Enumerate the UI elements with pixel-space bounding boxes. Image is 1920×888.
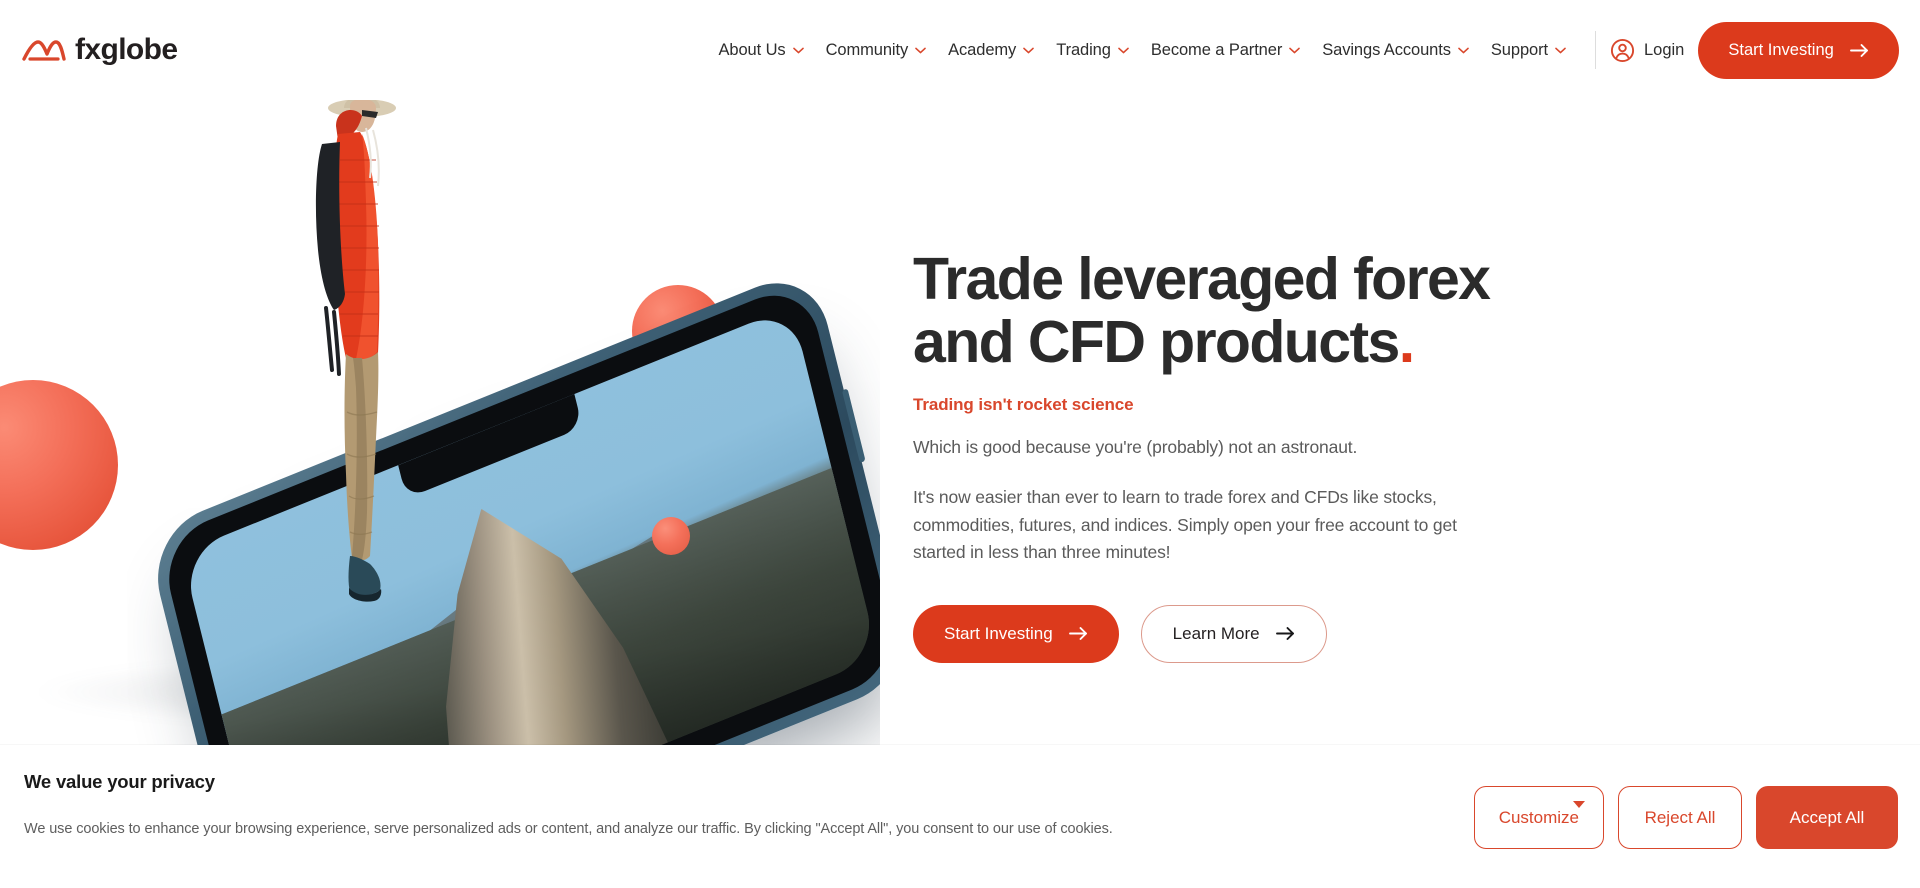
hero-title: Trade leveraged forex and CFD products. [913, 248, 1533, 373]
hero-title-line-2: and CFD products [913, 308, 1400, 375]
hero-eyebrow: Trading isn't rocket science [913, 395, 1134, 415]
header-cta-label: Start Investing [1728, 40, 1834, 59]
hero-primary-cta-label: Start Investing [944, 623, 1053, 643]
chevron-down-icon [915, 47, 926, 54]
chevron-down-icon [1458, 47, 1469, 54]
smartphone-mockup [144, 264, 880, 745]
decorative-sphere-left [0, 380, 118, 550]
nav-item-about-us[interactable]: About Us [707, 35, 814, 66]
cookie-reject-all-button[interactable]: Reject All [1618, 786, 1742, 849]
cookie-consent-banner: We value your privacy We use cookies to … [0, 745, 1920, 888]
main-navigation: About Us Community Academy Trading Becom… [707, 21, 1920, 79]
arrow-right-icon [1068, 626, 1088, 641]
mountain-peaks-icon [22, 37, 66, 63]
cookie-banner-actions: Customize Reject All Accept All [1473, 786, 1898, 849]
nav-label: Academy [948, 40, 1017, 59]
phone-screen [181, 306, 879, 745]
nav-label: Trading [1056, 40, 1111, 59]
chevron-down-icon [1555, 47, 1566, 54]
nav-item-academy[interactable]: Academy [937, 35, 1045, 66]
hero-lede: Which is good because you're (probably) … [913, 437, 1358, 458]
phone-bezel [157, 279, 880, 745]
phone-body [144, 264, 880, 745]
hiker-figure [300, 100, 430, 642]
chevron-down-icon [792, 47, 804, 54]
cookie-accept-all-button[interactable]: Accept All [1756, 786, 1898, 849]
hero-secondary-cta-label: Learn More [1172, 623, 1260, 643]
hero-copy: Trade leveraged forex and CFD products. … [913, 248, 1533, 663]
nav-item-support[interactable]: Support [1480, 35, 1577, 66]
cookie-banner-text: We use cookies to enhance your browsing … [24, 821, 1113, 837]
hero-illustration [0, 100, 880, 745]
hero-learn-more-button[interactable]: Learn More [1140, 604, 1327, 663]
caret-down-icon [1573, 801, 1585, 808]
hero-title-period: . [1398, 308, 1415, 375]
hero-title-line-1: Trade leveraged forex [913, 246, 1491, 312]
chevron-down-icon [1118, 47, 1129, 54]
nav-label: Become a Partner [1150, 40, 1283, 59]
nav-item-become-a-partner[interactable]: Become a Partner [1140, 35, 1311, 66]
hero-body-text: It's now easier than ever to learn to tr… [913, 487, 1457, 563]
brand-name: fxglobe [75, 33, 178, 66]
chevron-down-icon [1289, 47, 1301, 54]
nav-item-trading[interactable]: Trading [1045, 35, 1140, 66]
arrow-right-icon [1275, 626, 1295, 641]
login-link[interactable]: Login [1610, 38, 1684, 63]
header-divider [1594, 31, 1596, 69]
arrow-right-icon [1849, 43, 1869, 58]
hero-action-buttons: Start Investing Learn More [913, 604, 1533, 663]
cookie-banner-title: We value your privacy [24, 771, 215, 792]
decorative-sphere-small [652, 517, 690, 555]
hero-section: Trade leveraged forex and CFD products. … [0, 100, 1920, 745]
header-start-investing-button[interactable]: Start Investing [1698, 21, 1899, 79]
page-root: fxglobe About Us Community Academy Tradi… [0, 0, 1920, 888]
nav-item-savings-accounts[interactable]: Savings Accounts [1311, 35, 1480, 66]
brand-logo[interactable]: fxglobe [22, 33, 178, 66]
cookie-accept-label: Accept All [1789, 807, 1865, 827]
nav-label: Savings Accounts [1322, 40, 1451, 59]
user-circle-icon [1610, 38, 1635, 63]
cookie-reject-label: Reject All [1644, 807, 1716, 827]
hero-start-investing-button[interactable]: Start Investing [913, 604, 1119, 663]
nav-label: Support [1490, 40, 1548, 59]
cookie-customize-button[interactable]: Customize [1473, 786, 1604, 849]
chevron-down-icon [1023, 47, 1035, 54]
nav-label: About Us [718, 40, 786, 59]
cookie-customize-label: Customize [1498, 807, 1579, 827]
nav-label: Community [825, 40, 909, 59]
login-label: Login [1643, 40, 1685, 59]
nav-item-community[interactable]: Community [815, 35, 938, 66]
site-header: fxglobe About Us Community Academy Tradi… [0, 0, 1920, 100]
